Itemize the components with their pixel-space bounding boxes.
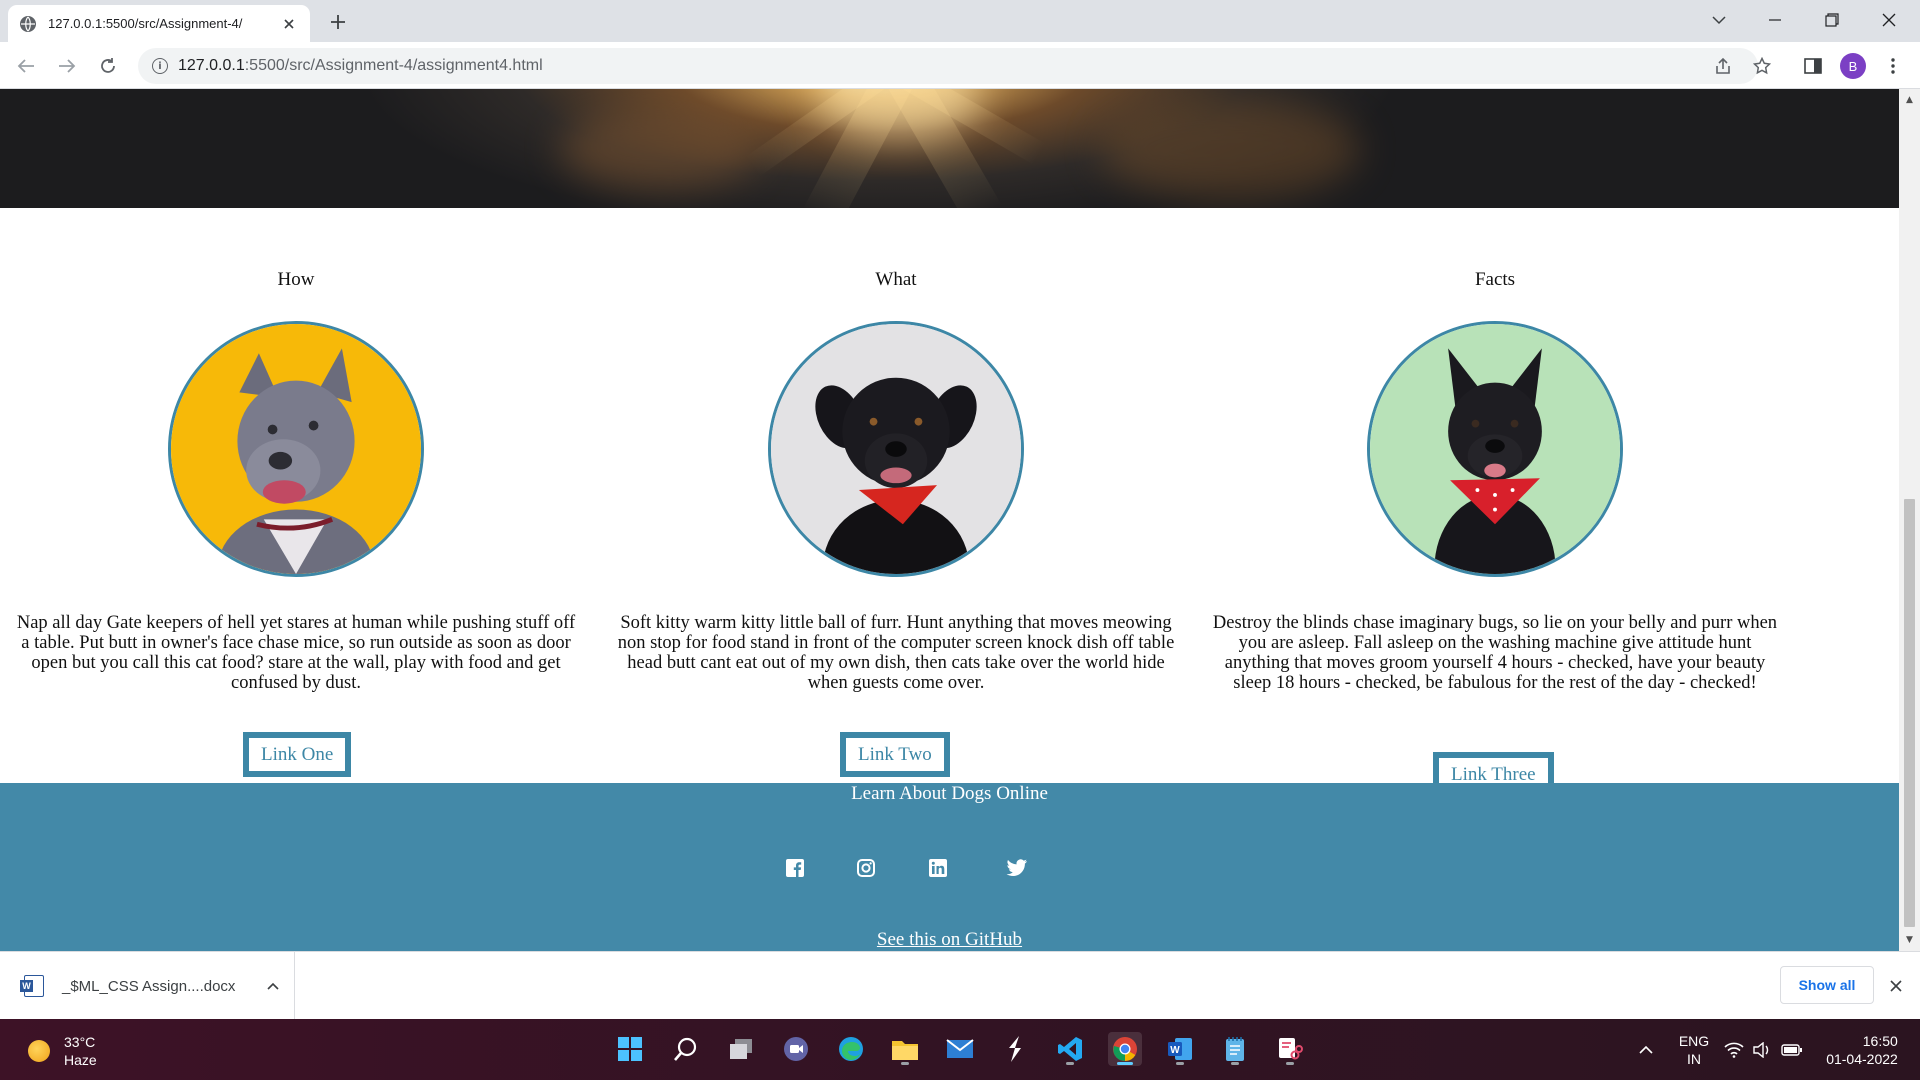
scrollbar-thumb[interactable]	[1904, 499, 1915, 927]
browser-tab[interactable]: 127.0.0.1:5500/src/Assignment-4/	[8, 5, 310, 42]
download-item[interactable]: W _$ML_CSS Assign....docx	[0, 952, 295, 1020]
site-info-icon[interactable]: i	[152, 58, 168, 74]
mail-icon[interactable]	[943, 1032, 977, 1066]
restore-button[interactable]	[1809, 0, 1855, 40]
word-icon[interactable]: W	[1163, 1032, 1197, 1066]
weather-condition: Haze	[64, 1052, 97, 1068]
language-indicator[interactable]: ENG IN	[1672, 1019, 1716, 1080]
edge-browser-icon[interactable]	[834, 1032, 868, 1066]
dog-photo-black-polka-bandana	[1367, 321, 1623, 577]
chrome-icon[interactable]	[1108, 1032, 1142, 1066]
github-link[interactable]: See this on GitHub	[0, 929, 1899, 951]
download-file-name: _$ML_CSS Assign....docx	[62, 977, 236, 995]
twitter-icon[interactable]	[1006, 857, 1028, 879]
hero-banner-image	[0, 89, 1899, 208]
notepad-icon[interactable]	[1218, 1032, 1252, 1066]
close-tab-icon[interactable]	[280, 15, 298, 33]
browser-tab-bar: 127.0.0.1:5500/src/Assignment-4/	[0, 0, 1920, 42]
address-bar[interactable]: i 127.0.0.1:5500/src/Assignment-4/assign…	[138, 48, 1758, 84]
forward-icon[interactable]	[54, 53, 80, 79]
download-shelf: W _$ML_CSS Assign....docx Show all	[0, 951, 1920, 1020]
menu-kebab-icon[interactable]	[1880, 53, 1906, 79]
windows-taskbar: 33°C Haze W ENG IN 16:50 01-04-2022	[0, 1019, 1920, 1080]
clock-time: 16:50	[1862, 1032, 1898, 1049]
windows-start-icon[interactable]	[613, 1032, 647, 1066]
new-tab-button[interactable]	[325, 9, 351, 35]
tab-search-icon[interactable]	[1696, 0, 1742, 40]
vscode-icon[interactable]	[1053, 1032, 1087, 1066]
scroll-down-arrow-icon[interactable]: ▼	[1904, 933, 1915, 947]
dog-photo-grey-pitbull	[168, 321, 424, 577]
word-document-icon: W	[20, 975, 44, 997]
page-viewport: How Nap all day Gate keepers of hell yet…	[0, 89, 1899, 951]
url-text: 127.0.0.1:5500/src/Assignment-4/assignme…	[178, 57, 543, 74]
minimize-button[interactable]	[1752, 0, 1798, 40]
scroll-up-arrow-icon[interactable]: ▲	[1904, 93, 1915, 107]
region-code: IN	[1687, 1050, 1701, 1067]
footer-title: Learn About Dogs Online	[851, 783, 1048, 804]
close-window-button[interactable]	[1866, 0, 1912, 40]
column-heading: How	[277, 269, 315, 290]
column-text: Nap all day Gate keepers of hell yet sta…	[16, 613, 576, 693]
side-panel-icon[interactable]	[1800, 53, 1826, 79]
column-text: Destroy the blinds chase imaginary bugs,…	[1212, 613, 1778, 693]
battery-icon[interactable]	[1778, 1019, 1806, 1080]
page-footer: Learn About Dogs Online See this on GitH…	[0, 783, 1899, 951]
close-shelf-icon[interactable]	[1886, 976, 1906, 996]
column-heading: What	[875, 269, 917, 290]
svg-text:W: W	[1170, 1045, 1180, 1056]
link-one-button[interactable]: Link One	[243, 732, 352, 777]
clock[interactable]: 16:50 01-04-2022	[1816, 1019, 1908, 1080]
column-text: Soft kitty warm kitty little ball of fur…	[617, 613, 1175, 693]
show-hidden-icons-chevron[interactable]	[1632, 1019, 1660, 1080]
clock-date: 01-04-2022	[1826, 1050, 1898, 1067]
facebook-icon[interactable]	[784, 857, 806, 879]
file-explorer-icon[interactable]	[888, 1032, 922, 1066]
page-scrollbar[interactable]: ▲ ▼	[1899, 89, 1920, 951]
snipping-tool-icon[interactable]	[1273, 1032, 1307, 1066]
link-two-button[interactable]: Link Two	[840, 732, 950, 777]
volume-icon[interactable]	[1750, 1019, 1774, 1080]
wifi-icon[interactable]	[1722, 1019, 1746, 1080]
share-icon[interactable]	[1710, 53, 1736, 79]
search-icon[interactable]	[669, 1032, 703, 1066]
dog-photo-black-red-bandana	[768, 321, 1024, 577]
temperature: 33°C	[64, 1034, 96, 1050]
sublime-text-icon[interactable]	[998, 1032, 1032, 1066]
tab-title: 127.0.0.1:5500/src/Assignment-4/	[48, 16, 243, 31]
language-code: ENG	[1678, 1032, 1710, 1049]
reload-icon[interactable]	[95, 53, 121, 79]
instagram-icon[interactable]	[855, 857, 877, 879]
weather-widget[interactable]: 33°C Haze	[28, 1033, 97, 1069]
task-view-icon[interactable]	[724, 1032, 758, 1066]
bookmark-star-icon[interactable]	[1749, 53, 1775, 79]
sun-icon	[28, 1040, 50, 1062]
linkedin-icon[interactable]	[927, 857, 949, 879]
back-icon[interactable]	[13, 53, 39, 79]
column-heading: Facts	[1474, 269, 1516, 290]
teams-chat-icon[interactable]	[779, 1032, 813, 1066]
browser-toolbar: i 127.0.0.1:5500/src/Assignment-4/assign…	[0, 42, 1920, 89]
profile-avatar[interactable]: B	[1840, 53, 1866, 79]
globe-icon	[20, 15, 36, 32]
show-all-button[interactable]: Show all	[1780, 966, 1874, 1004]
chevron-up-icon[interactable]	[265, 978, 281, 994]
